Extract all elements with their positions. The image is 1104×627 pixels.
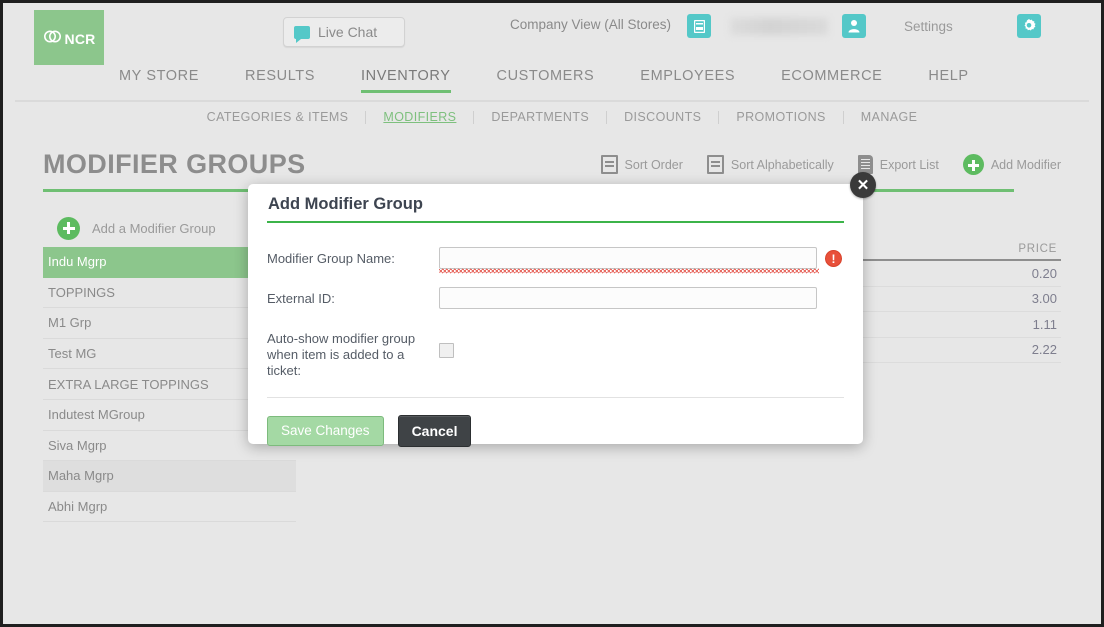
sort-order-icon	[600, 155, 618, 174]
nav-item-customers[interactable]: CUSTOMERS	[497, 65, 595, 93]
subnav-item-modifiers[interactable]: MODIFIERS	[366, 110, 475, 124]
subnav-item-departments[interactable]: DEPARTMENTS	[474, 110, 608, 124]
export-list-button[interactable]: Export List	[857, 155, 939, 174]
external-id-row: External ID:	[267, 287, 844, 309]
modifier-group-name-input[interactable]	[439, 247, 817, 269]
ncr-rings-icon	[43, 29, 63, 49]
dialog-title-underline	[267, 221, 844, 223]
list-item-label: Abhi Mgrp	[48, 499, 108, 515]
plus-circle-icon	[57, 216, 80, 240]
list-item-label: M1 Grp	[48, 315, 92, 331]
list-item-label: Siva Mgrp	[48, 437, 107, 453]
dialog-title: Add Modifier Group	[268, 195, 423, 213]
top-bar: NCR Live Chat Company View (All Stores) …	[3, 3, 1101, 68]
sub-navigation: CATEGORIES & ITEMS MODIFIERS DEPARTMENTS…	[3, 102, 1101, 132]
ncr-logo[interactable]: NCR	[34, 10, 104, 68]
subnav-item-categories-items[interactable]: CATEGORIES & ITEMS	[190, 110, 367, 124]
export-list-label: Export List	[879, 157, 939, 172]
nav-item-employees[interactable]: EMPLOYEES	[640, 65, 735, 93]
save-changes-button[interactable]: Save Changes	[267, 416, 384, 446]
app-window: NCR Live Chat Company View (All Stores) …	[0, 0, 1104, 627]
add-modifier-button[interactable]: Add Modifier	[962, 154, 1061, 175]
sort-order-button[interactable]: Sort Order	[600, 155, 683, 174]
user-name-redacted	[730, 18, 828, 35]
nav-item-inventory[interactable]: INVENTORY	[361, 65, 452, 93]
user-icon[interactable]	[842, 14, 866, 38]
dialog-actions: Save Changes Cancel	[267, 398, 844, 447]
main-navigation: MY STORE RESULTS INVENTORY CUSTOMERS EMP…	[3, 65, 1101, 100]
close-icon[interactable]: ✕	[850, 172, 876, 198]
list-item-label: Indu Mgrp	[48, 254, 107, 270]
list-item[interactable]: Abhi Mgrp	[43, 492, 296, 523]
page-toolbar: Sort Order Sort Alphabetically Export Li…	[577, 154, 1061, 175]
export-document-icon	[857, 155, 873, 174]
modifier-group-name-row: Modifier Group Name: !	[267, 247, 844, 274]
auto-show-label: Auto-show modifier group when item is ad…	[267, 331, 416, 378]
list-item-label: Maha Mgrp	[48, 468, 114, 484]
ncr-wordmark: NCR	[64, 31, 96, 47]
company-view-label: Company View (All Stores)	[510, 17, 672, 32]
modifier-group-name-label: Modifier Group Name:	[267, 251, 395, 266]
gear-icon[interactable]	[1017, 14, 1041, 38]
list-item-label: Test MG	[48, 346, 97, 362]
list-item[interactable]: Maha Mgrp	[43, 461, 296, 492]
subnav-item-discounts[interactable]: DISCOUNTS	[607, 110, 720, 124]
list-item-label: EXTRA LARGE TOPPINGS	[48, 376, 209, 392]
nav-item-results[interactable]: RESULTS	[245, 65, 315, 93]
external-id-input-wrap	[439, 287, 817, 309]
subnav-item-manage[interactable]: MANAGE	[844, 110, 935, 124]
settings-label[interactable]: Settings	[904, 19, 953, 34]
nav-item-ecommerce[interactable]: ECOMMERCE	[781, 65, 882, 93]
live-chat-label: Live Chat	[318, 24, 378, 40]
modifier-group-name-input-wrap	[439, 247, 819, 274]
add-modifier-group-dialog: Add Modifier Group Modifier Group Name: …	[248, 184, 863, 447]
external-id-input[interactable]	[439, 287, 817, 309]
nav-item-my-store[interactable]: MY STORE	[119, 65, 199, 93]
sort-order-label: Sort Order	[624, 157, 683, 172]
sort-alphabetically-label: Sort Alphabetically	[730, 157, 834, 172]
sort-alphabetically-button[interactable]: Sort Alphabetically	[706, 155, 834, 174]
chat-bubble-icon	[294, 25, 310, 43]
list-item-label: Indutest MGroup	[48, 407, 145, 423]
plus-circle-icon	[962, 154, 984, 175]
validation-squiggle-underline	[439, 268, 819, 274]
auto-show-row: Auto-show modifier group when item is ad…	[267, 327, 844, 379]
store-icon[interactable]	[687, 14, 711, 38]
external-id-label: External ID:	[267, 291, 335, 306]
nav-item-help[interactable]: HELP	[928, 65, 968, 93]
live-chat-button[interactable]: Live Chat	[283, 17, 405, 47]
auto-show-checkbox[interactable]	[439, 343, 454, 358]
cancel-button[interactable]: Cancel	[397, 415, 472, 447]
subnav-item-promotions[interactable]: PROMOTIONS	[719, 110, 844, 124]
list-item-label: TOPPINGS	[48, 284, 115, 300]
error-icon: !	[825, 250, 842, 267]
add-modifier-group-label: Add a Modifier Group	[92, 220, 216, 236]
add-modifier-label: Add Modifier	[990, 157, 1061, 172]
sort-alphabetically-icon	[706, 155, 724, 174]
